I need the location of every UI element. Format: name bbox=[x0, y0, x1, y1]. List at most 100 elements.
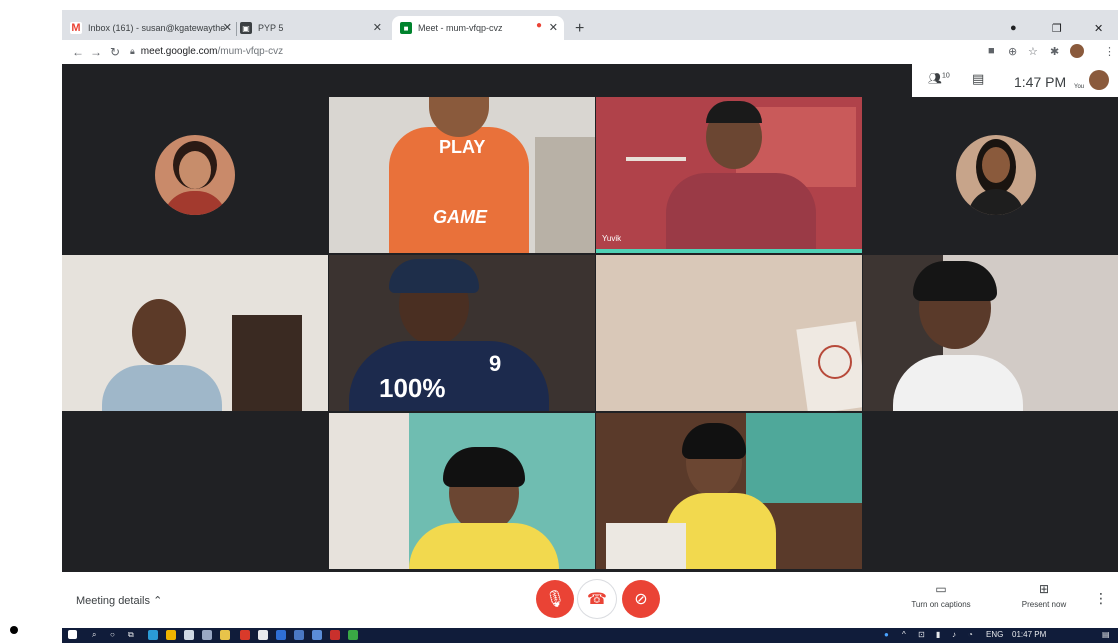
tab-inbox[interactable]: M Inbox (161) - susan@kgatewaythe ✕ bbox=[70, 16, 238, 40]
tab-strip: M Inbox (161) - susan@kgatewaythe ✕ ▣ PY… bbox=[62, 10, 1118, 40]
profile-avatar[interactable] bbox=[1070, 44, 1084, 58]
close-window-icon[interactable]: ✕ bbox=[1094, 22, 1103, 35]
search-icon[interactable]: ⌕ bbox=[92, 630, 96, 640]
present-label: Present now bbox=[1021, 600, 1067, 609]
participant-avatar bbox=[956, 135, 1036, 215]
participant-tile-5[interactable] bbox=[62, 255, 328, 411]
tray-chevron-icon[interactable]: ^ bbox=[902, 630, 906, 639]
participant-tile-8[interactable] bbox=[863, 255, 1118, 411]
recording-icon: ● bbox=[535, 20, 542, 31]
windows-taskbar: ⌕ ○ ⧉ ● ^ ⊡ ▮ ♪ ◔ ENG 01:47 PM ▤ bbox=[62, 628, 1118, 643]
wifi-icon[interactable]: ◔ bbox=[968, 630, 973, 639]
lock-icon: 🔒︎ bbox=[130, 46, 135, 56]
participant-tile-7[interactable] bbox=[596, 255, 862, 411]
new-tab-button[interactable]: + bbox=[575, 20, 584, 38]
chevron-up-icon: ⌃ bbox=[153, 595, 163, 607]
url-path: /mum-vfqp-cvz bbox=[217, 46, 284, 57]
mic-off-icon: 🎙︎ bbox=[544, 591, 566, 608]
people-icon[interactable]: 👥︎10 bbox=[928, 72, 950, 85]
app-icon[interactable] bbox=[348, 630, 358, 640]
help-icon[interactable]: ● bbox=[884, 630, 889, 639]
restore-window-icon[interactable]: ❐ bbox=[1052, 22, 1062, 35]
bullet-dot bbox=[10, 626, 18, 634]
present-now-button[interactable]: ⊞ Present now bbox=[1012, 582, 1076, 609]
back-icon[interactable]: ← bbox=[72, 45, 84, 59]
chat-icon[interactable]: ▤ bbox=[972, 71, 984, 87]
store-icon[interactable] bbox=[184, 630, 194, 640]
tab-pyp5[interactable]: ▣ PYP 5 ✕ bbox=[240, 16, 388, 40]
meeting-details-label: Meeting details bbox=[76, 595, 150, 607]
tab-label: PYP 5 bbox=[258, 23, 284, 33]
cortana-icon[interactable]: ○ bbox=[110, 630, 115, 639]
more-options-icon[interactable]: ⋮ bbox=[1094, 590, 1108, 607]
shirt-print: GAME bbox=[433, 207, 487, 227]
app-icon[interactable] bbox=[330, 630, 340, 640]
app-icon[interactable] bbox=[312, 630, 322, 640]
present-icon: ⊞ bbox=[1038, 582, 1050, 596]
shirt-print: PLAY bbox=[439, 137, 486, 157]
participant-avatar bbox=[155, 135, 235, 215]
shirt-print: 100% bbox=[379, 373, 446, 403]
participant-tile-10[interactable] bbox=[596, 413, 862, 569]
app-icon[interactable] bbox=[258, 630, 268, 640]
participant-tile-2[interactable]: PLAY GAME bbox=[329, 97, 595, 253]
bookmark-star-icon[interactable]: ☆ bbox=[1028, 45, 1038, 58]
camera-icon[interactable]: ■ bbox=[988, 45, 995, 57]
volume-icon[interactable]: ♪ bbox=[952, 630, 956, 639]
app-icon[interactable] bbox=[202, 630, 212, 640]
close-tab-icon[interactable]: ✕ bbox=[223, 21, 232, 34]
extensions-icon[interactable]: ✱ bbox=[1050, 45, 1059, 58]
close-tab-icon[interactable]: ✕ bbox=[549, 21, 558, 34]
zoom-icon[interactable]: ⊕ bbox=[1008, 45, 1017, 58]
participant-tile-9[interactable] bbox=[329, 413, 595, 569]
participant-tile-4[interactable] bbox=[863, 97, 1118, 253]
self-avatar[interactable] bbox=[1089, 70, 1109, 90]
meet-icon: ■ bbox=[400, 22, 412, 34]
network-icon[interactable]: ⊡ bbox=[918, 630, 925, 639]
app-icon[interactable] bbox=[240, 630, 250, 640]
hang-up-icon: ☎︎ bbox=[587, 591, 607, 608]
tab-label: Inbox (161) - susan@kgatewaythe bbox=[88, 23, 226, 33]
language-indicator[interactable]: ENG bbox=[986, 630, 1003, 639]
participant-tile-6[interactable]: 100% 9 bbox=[329, 255, 595, 411]
battery-icon: ▮ bbox=[936, 630, 941, 639]
notifications-icon[interactable]: ▤ bbox=[1102, 630, 1110, 639]
meet-clock: 1:47 PM bbox=[1014, 74, 1067, 90]
microphone-off-button[interactable]: 🎙︎ bbox=[536, 580, 574, 618]
taskbar-clock[interactable]: 01:47 PM bbox=[1012, 630, 1046, 639]
meet-control-bar: Meeting details ⌃ 🎙︎ ☎︎ ⊘ ▭ Turn on capt… bbox=[62, 572, 1118, 628]
classroom-icon: ▣ bbox=[240, 22, 252, 34]
self-label: You bbox=[1074, 84, 1085, 90]
task-view-icon[interactable]: ⧉ bbox=[128, 630, 134, 640]
leave-call-button[interactable]: ☎︎ bbox=[578, 580, 616, 618]
gmail-icon: M bbox=[70, 22, 82, 34]
chrome-icon[interactable] bbox=[276, 630, 286, 640]
active-speaker-indicator bbox=[596, 249, 862, 253]
camera-off-icon: ⊘ bbox=[634, 591, 648, 608]
participant-tile-3-active[interactable]: Yuvik bbox=[596, 97, 862, 253]
app-icon[interactable] bbox=[220, 630, 230, 640]
participant-name: Yuvik bbox=[602, 234, 622, 243]
captions-icon: ▭ bbox=[935, 582, 947, 596]
file-explorer-icon[interactable] bbox=[166, 630, 176, 640]
meeting-details-button[interactable]: Meeting details ⌃ bbox=[76, 594, 162, 607]
menu-icon[interactable]: ⋮ bbox=[1104, 45, 1115, 58]
tab-meet[interactable]: ■ Meet - mum-vfqp-cvz ● ✕ bbox=[392, 16, 564, 40]
empty-tile bbox=[62, 413, 328, 569]
address-bar[interactable]: 🔒︎ meet.google.com/mum-vfqp-cvz bbox=[130, 46, 283, 57]
windows-start-icon[interactable] bbox=[68, 630, 77, 639]
participant-tile-1[interactable] bbox=[62, 97, 328, 253]
browser-toolbar: ← → ↻ 🔒︎ meet.google.com/mum-vfqp-cvz ■ ⊕… bbox=[62, 40, 1118, 64]
url-host: meet.google.com bbox=[140, 46, 218, 57]
shirt-print: 9 bbox=[489, 351, 502, 376]
edge-icon[interactable] bbox=[148, 630, 158, 640]
forward-icon[interactable]: → bbox=[90, 45, 102, 59]
close-tab-icon[interactable]: ✕ bbox=[373, 21, 382, 34]
profile-dot-icon[interactable]: ● bbox=[1010, 22, 1017, 34]
reload-icon[interactable]: ↻ bbox=[110, 45, 120, 59]
camera-off-button[interactable]: ⊘ bbox=[622, 580, 660, 618]
tab-label: Meet - mum-vfqp-cvz bbox=[418, 23, 503, 33]
app-icon[interactable] bbox=[294, 630, 304, 640]
participant-count: 10 bbox=[941, 72, 950, 80]
captions-button[interactable]: ▭ Turn on captions bbox=[908, 582, 974, 609]
